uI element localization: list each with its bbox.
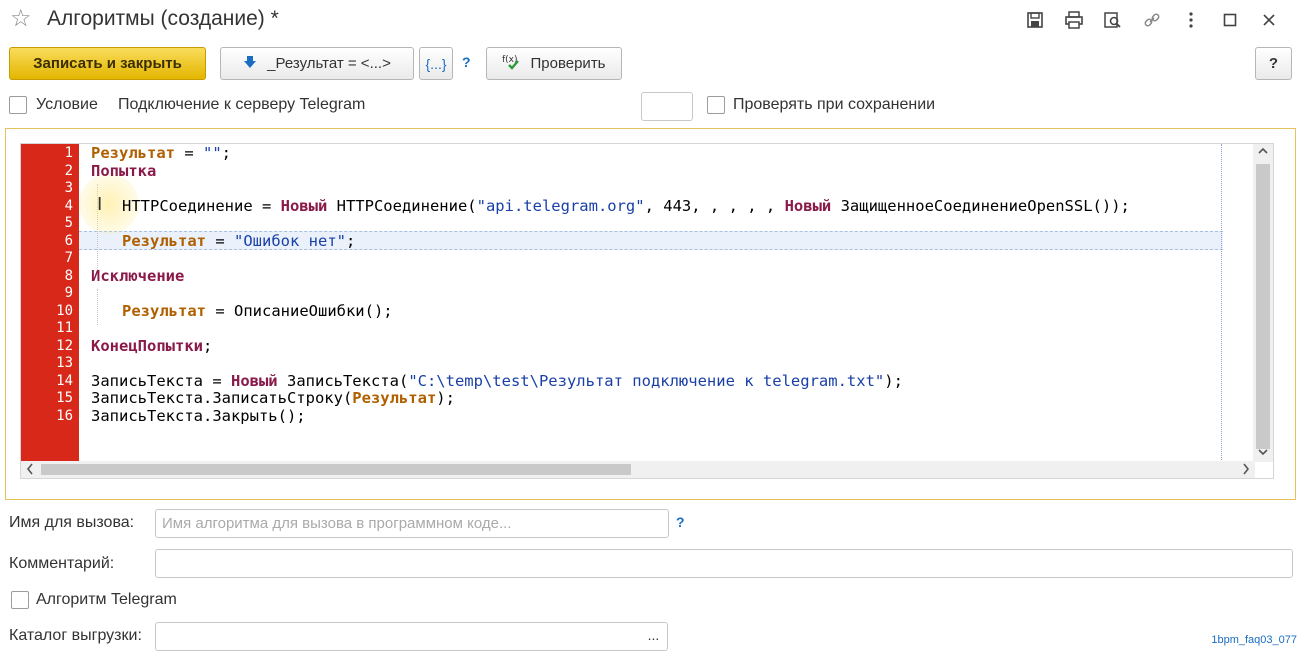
- print-icon[interactable]: [1054, 8, 1093, 32]
- insert-braces-button[interactable]: {...}: [419, 47, 453, 80]
- window-title: Алгоритмы (создание) *: [47, 7, 279, 30]
- line-number: 6: [64, 232, 73, 249]
- call-name-help-link[interactable]: ?: [676, 514, 685, 530]
- code-line: Результат = ОписаниеОшибки();: [122, 301, 393, 320]
- indent-guide: [97, 289, 98, 325]
- title-bar-icons: [1015, 8, 1288, 32]
- favorite-star-icon[interactable]: ☆: [10, 6, 32, 32]
- command-bar: Записать и закрыть _Результат = <...> {.…: [9, 47, 1299, 81]
- save-icon[interactable]: [1015, 8, 1054, 32]
- line-number: 1: [64, 145, 73, 161]
- telegram-algorithm-label: Алгоритм Telegram: [36, 591, 177, 608]
- insert-result-label: _Результат = <...>: [267, 55, 391, 72]
- scroll-up-icon[interactable]: [1258, 146, 1268, 159]
- vertical-scroll-thumb[interactable]: [1256, 164, 1270, 449]
- close-icon[interactable]: [1249, 8, 1288, 32]
- line-number: 16: [56, 407, 73, 424]
- export-dir-select-button[interactable]: ...: [640, 622, 668, 651]
- export-dir-input[interactable]: [155, 622, 641, 651]
- code-line: Исключение: [91, 266, 185, 285]
- vertical-scrollbar[interactable]: [1253, 144, 1273, 462]
- right-margin-line: [1221, 144, 1222, 478]
- line-number: 10: [56, 302, 73, 319]
- code-line: ЗаписьТекста.Закрыть();: [91, 406, 306, 425]
- check-fx-icon: f(x): [502, 53, 522, 74]
- search-doc-icon[interactable]: [1093, 8, 1132, 32]
- condition-label: Условие: [36, 96, 98, 113]
- condition-checkbox[interactable]: [9, 96, 27, 114]
- link-icon[interactable]: [1132, 8, 1171, 32]
- line-number: 3: [64, 180, 73, 196]
- text-cursor-icon: I: [97, 194, 103, 215]
- check-syntax-button[interactable]: f(x) Проверить: [486, 47, 622, 80]
- more-icon[interactable]: [1171, 8, 1210, 32]
- comment-input[interactable]: [155, 549, 1293, 578]
- title-bar: ☆ Алгоритмы (создание) *: [0, 0, 1308, 40]
- code-line: Попытка: [91, 161, 157, 180]
- options-row: Условие Подключение к серверу Telegram П…: [9, 92, 1299, 121]
- scroll-right-icon[interactable]: [1241, 463, 1251, 478]
- arrow-down-icon: [243, 55, 257, 72]
- comment-label: Комментарий:: [9, 555, 115, 572]
- scroll-left-icon[interactable]: [25, 463, 35, 478]
- code-line: Результат = "";: [91, 144, 232, 162]
- line-number: 7: [64, 250, 73, 266]
- line-number: 5: [64, 215, 73, 231]
- call-name-label: Имя для вызова:: [9, 514, 135, 531]
- code-line: HTTPСоединение = Новый HTTPСоединение("a…: [122, 196, 1130, 215]
- line-number-gutter: 1 2 3 4 5 6 7 8 9 10 11 12 13 14 15 16: [21, 144, 79, 478]
- export-dir-label: Каталог выгрузки:: [9, 627, 142, 644]
- maximize-icon[interactable]: [1210, 8, 1249, 32]
- insert-result-button[interactable]: _Результат = <...>: [220, 47, 414, 80]
- call-name-input[interactable]: Имя алгоритма для вызова в программном к…: [155, 509, 669, 538]
- horizontal-scrollbar[interactable]: [21, 461, 1255, 478]
- toolbar-help-link[interactable]: ?: [462, 54, 471, 70]
- line-number: 15: [56, 390, 73, 406]
- line-number: 2: [64, 162, 73, 179]
- code-editor[interactable]: 1 2 3 4 5 6 7 8 9 10 11 12 13 14 15 16 I…: [20, 143, 1274, 479]
- code-line: ЗаписьТекста = Новый ЗаписьТекста("C:\te…: [91, 371, 903, 390]
- check-on-save-checkbox[interactable]: [707, 96, 725, 114]
- scroll-down-icon[interactable]: [1258, 447, 1268, 460]
- watermark-text: 1bpm_faq03_077: [1211, 634, 1297, 646]
- line-number: 11: [56, 320, 73, 336]
- algorithm-name-label: Подключение к серверу Telegram: [118, 96, 366, 113]
- check-syntax-label: Проверить: [530, 55, 606, 72]
- code-line: Результат = "Ошибок нет";: [122, 231, 356, 250]
- code-line: КонецПопытки;: [91, 336, 213, 355]
- line-number: 13: [56, 355, 73, 371]
- code-text-area[interactable]: I Результат = ""; Попытка HTTPСоединение =…: [79, 144, 1273, 478]
- save-and-close-button[interactable]: Записать и закрыть: [9, 47, 206, 80]
- line-number: 14: [56, 372, 73, 389]
- line-number: 12: [56, 337, 73, 354]
- help-button[interactable]: ?: [1255, 47, 1292, 80]
- code-editor-frame: 1 2 3 4 5 6 7 8 9 10 11 12 13 14 15 16 I…: [5, 128, 1296, 500]
- line-number: 8: [64, 267, 73, 284]
- horizontal-scroll-thumb[interactable]: [41, 464, 631, 475]
- line-number: 9: [64, 285, 73, 301]
- line-number: 4: [64, 197, 73, 214]
- code-line: ЗаписьТекста.ЗаписатьСтроку(Результат);: [91, 389, 455, 407]
- order-input[interactable]: [641, 92, 693, 121]
- telegram-algorithm-checkbox[interactable]: [11, 591, 29, 609]
- check-on-save-label: Проверять при сохранении: [733, 96, 936, 113]
